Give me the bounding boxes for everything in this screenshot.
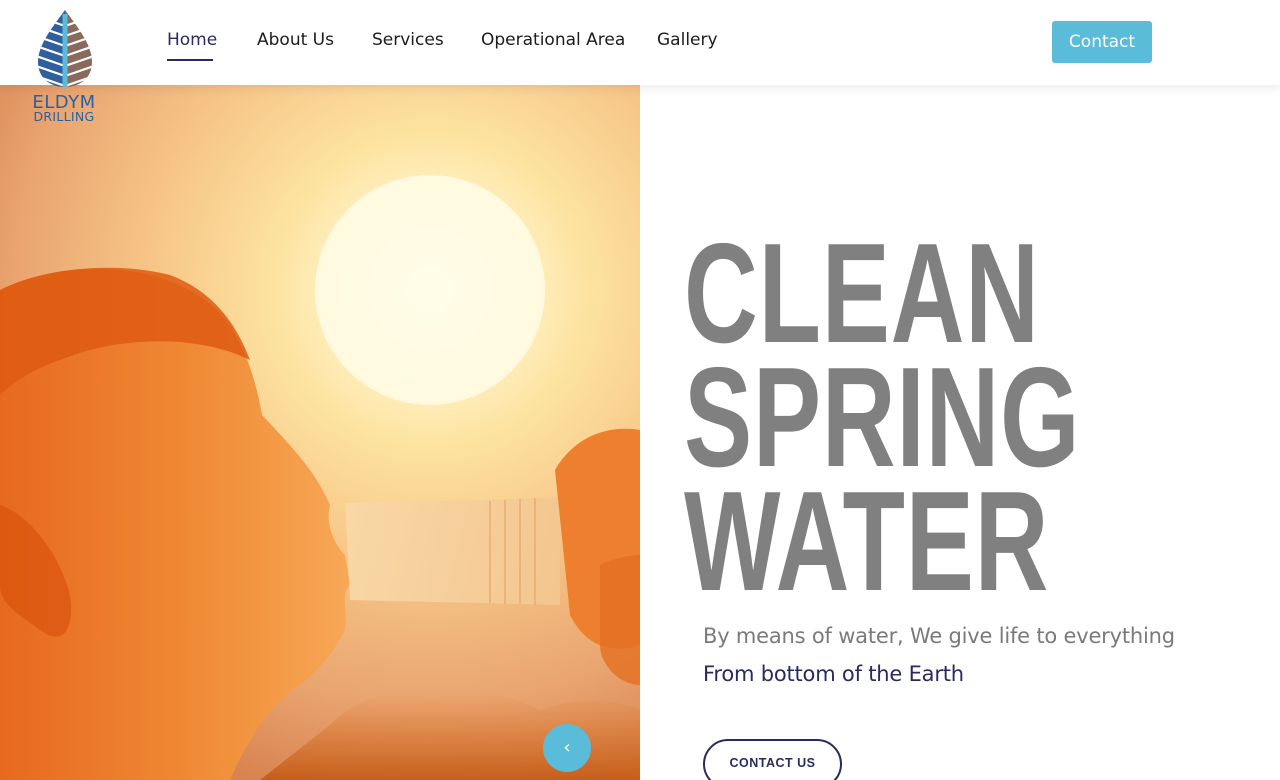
nav-item-label: Services (372, 30, 444, 50)
chevron-left-icon: ‹ (563, 737, 571, 758)
nav-item-label: Home (167, 30, 218, 50)
contact-button[interactable]: Contact (1052, 21, 1152, 63)
hero-tagline: By means of water, We give life to every… (703, 624, 1175, 648)
hero-subline: From bottom of the Earth (703, 662, 964, 686)
site-header: Home About Us Services Operational Area … (0, 0, 1280, 85)
brand-logo[interactable]: ELDYM DRILLING (26, 8, 102, 128)
headline-line: WATER (684, 462, 1050, 621)
active-underline (167, 59, 213, 61)
nav-item-label: Operational Area (481, 30, 626, 50)
nav-item-label: Gallery (657, 30, 718, 50)
nav-item-about-us[interactable]: About Us (257, 30, 334, 50)
page: Home About Us Services Operational Area … (0, 0, 1280, 780)
contact-us-button[interactable]: CONTACT US (703, 739, 842, 780)
nav-item-services[interactable]: Services (372, 30, 444, 50)
nav-item-gallery[interactable]: Gallery (657, 30, 718, 50)
hero-headline: CLEAN SPRING WATER (684, 223, 1080, 621)
leaf-drop-icon (38, 10, 92, 87)
nav-item-home[interactable]: Home (167, 30, 218, 61)
brand-subname: DRILLING (33, 109, 95, 124)
nav-item-operational-area[interactable]: Operational Area (481, 30, 625, 50)
nav-item-label: About Us (257, 30, 334, 50)
person-drinking-water-bottle-sunset-image (0, 85, 640, 780)
carousel-prev-button[interactable]: ‹ (543, 724, 591, 772)
